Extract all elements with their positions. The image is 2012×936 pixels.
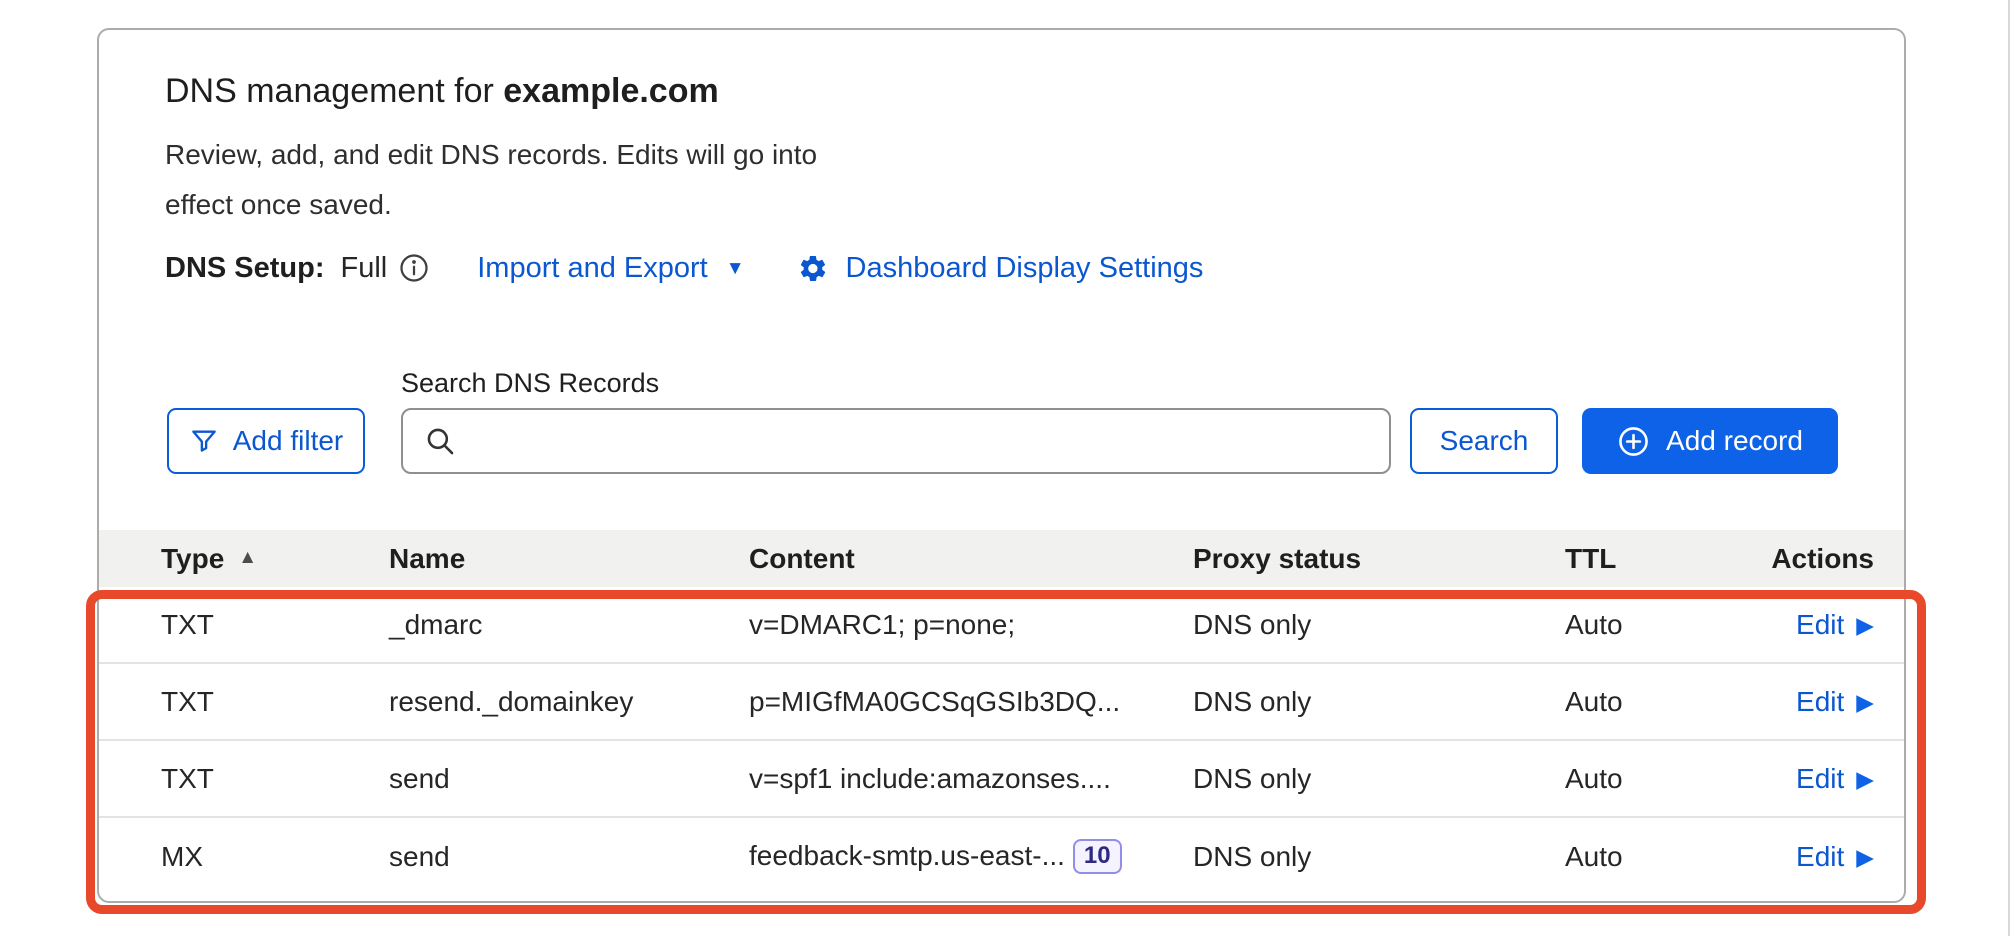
dns-records-table: Type ▲ Name Content Proxy status TTL Act… [99,530,1904,895]
column-header-name[interactable]: Name [389,543,749,575]
edit-record-link[interactable]: Edit ▶ [1725,841,1874,873]
cell-type: MX [161,841,389,873]
cell-type: TXT [161,763,389,795]
cell-ttl: Auto [1565,841,1725,873]
dashboard-display-settings-label: Dashboard Display Settings [846,252,1204,285]
record-content-text: p=MIGfMA0GCSqGSIb3DQ... [749,686,1120,718]
table-row: MX send feedback-smtp.us-east-... 10 DNS… [99,818,1904,895]
edit-label: Edit [1796,686,1844,718]
caret-right-icon: ▶ [1856,766,1874,793]
add-record-button[interactable]: Add record [1582,408,1838,474]
search-button-label: Search [1440,425,1529,457]
page-title: DNS management for example.com [165,72,719,111]
cell-content: p=MIGfMA0GCSqGSIb3DQ... [749,686,1193,718]
add-record-label: Add record [1666,425,1803,457]
record-content-text: v=spf1 include:amazonses.... [749,763,1111,795]
screen-edge-divider [2008,0,2010,936]
cell-name: resend._domainkey [389,686,749,718]
cell-ttl: Auto [1565,763,1725,795]
table-row: TXT _dmarc v=DMARC1; p=none; DNS only Au… [99,587,1904,664]
cell-name: send [389,763,749,795]
edit-record-link[interactable]: Edit ▶ [1725,763,1874,795]
add-filter-label: Add filter [233,425,344,457]
cell-type: TXT [161,609,389,641]
caret-right-icon: ▶ [1856,844,1874,871]
cell-proxy-status: DNS only [1193,686,1565,718]
search-dns-records-box [401,408,1391,474]
search-button[interactable]: Search [1410,408,1558,474]
filter-funnel-icon [189,426,219,456]
cell-ttl: Auto [1565,609,1725,641]
column-header-content[interactable]: Content [749,543,1193,575]
add-filter-button[interactable]: Add filter [167,408,365,474]
cell-name: send [389,841,749,873]
cell-content: feedback-smtp.us-east-... 10 [749,839,1193,873]
import-export-label: Import and Export [477,252,708,285]
cell-proxy-status: DNS only [1193,609,1565,641]
caret-right-icon: ▶ [1856,689,1874,716]
page-title-domain: example.com [503,72,718,110]
table-row: TXT send v=spf1 include:amazonses.... DN… [99,741,1904,818]
caret-right-icon: ▶ [1856,612,1874,639]
record-content-text: v=DMARC1; p=none; [749,609,1015,641]
dns-setup-label: DNS Setup: [165,252,325,285]
cell-content: v=DMARC1; p=none; [749,609,1193,641]
cell-type: TXT [161,686,389,718]
search-input[interactable] [471,425,1369,457]
edit-record-link[interactable]: Edit ▶ [1725,609,1874,641]
record-content-text: feedback-smtp.us-east-... [749,840,1065,872]
table-body: TXT _dmarc v=DMARC1; p=none; DNS only Au… [99,587,1904,895]
plus-circle-icon [1617,425,1650,458]
mx-priority-badge: 10 [1073,839,1122,873]
table-header-row: Type ▲ Name Content Proxy status TTL Act… [99,530,1904,587]
edit-record-link[interactable]: Edit ▶ [1725,686,1874,718]
column-header-proxy-status[interactable]: Proxy status [1193,543,1565,575]
edit-label: Edit [1796,763,1844,795]
column-header-type[interactable]: Type ▲ [161,543,389,575]
dns-management-page: DNS management for example.com Review, a… [0,0,2012,936]
dashboard-display-settings-link[interactable]: Dashboard Display Settings [797,252,1204,285]
chevron-down-icon: ▼ [726,258,745,280]
cell-ttl: Auto [1565,686,1725,718]
dns-setup-value: Full [341,252,388,285]
column-header-ttl[interactable]: TTL [1565,543,1725,575]
cell-name: _dmarc [389,609,749,641]
dns-setup-row: DNS Setup: Full Import and Export ▼ [165,247,1203,289]
cell-proxy-status: DNS only [1193,841,1565,873]
cell-proxy-status: DNS only [1193,763,1565,795]
column-header-actions: Actions [1725,543,1874,575]
info-icon[interactable] [399,253,429,283]
dns-management-card: DNS management for example.com Review, a… [97,28,1906,903]
edit-label: Edit [1796,841,1844,873]
page-subtitle: Review, add, and edit DNS records. Edits… [165,130,830,230]
edit-label: Edit [1796,609,1844,641]
sort-ascending-icon: ▲ [238,547,257,569]
gear-icon [797,253,828,284]
table-row: TXT resend._domainkey p=MIGfMA0GCSqGSIb3… [99,664,1904,741]
page-title-prefix: DNS management for [165,72,503,110]
search-icon [423,424,457,458]
import-export-link[interactable]: Import and Export ▼ [477,252,744,285]
search-dns-records-label: Search DNS Records [401,368,659,399]
cell-content: v=spf1 include:amazonses.... [749,763,1193,795]
column-header-type-label: Type [161,543,224,575]
